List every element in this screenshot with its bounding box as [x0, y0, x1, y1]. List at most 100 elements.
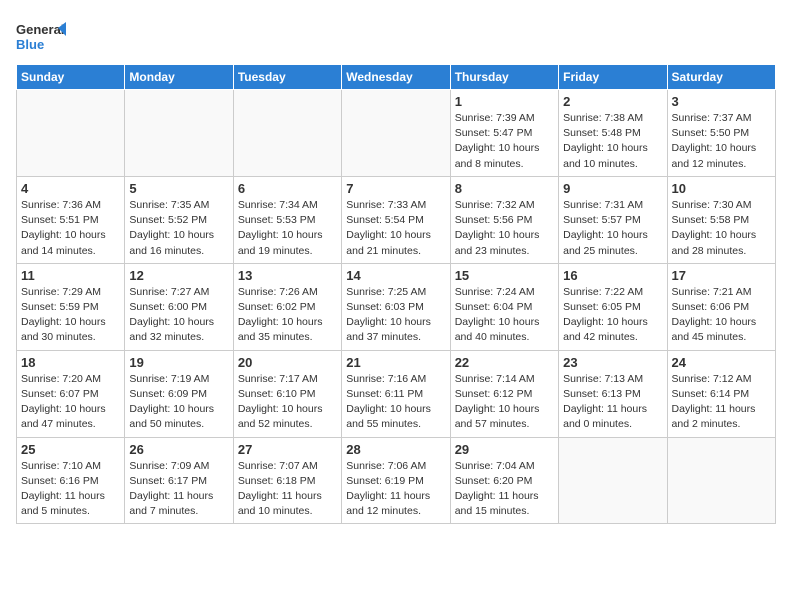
day-info: Sunrise: 7:06 AM Sunset: 6:19 PM Dayligh… — [346, 459, 445, 520]
day-number: 28 — [346, 442, 445, 457]
calendar-cell: 10 Sunrise: 7:30 AM Sunset: 5:58 PM Dayli… — [667, 176, 775, 263]
calendar-cell: 9 Sunrise: 7:31 AM Sunset: 5:57 PM Daylig… — [559, 176, 667, 263]
day-number: 15 — [455, 268, 554, 283]
day-number: 2 — [563, 94, 662, 109]
calendar-cell: 20 Sunrise: 7:17 AM Sunset: 6:10 PM Dayli… — [233, 350, 341, 437]
calendar-cell: 1 Sunrise: 7:39 AM Sunset: 5:47 PM Daylig… — [450, 90, 558, 177]
day-info: Sunrise: 7:19 AM Sunset: 6:09 PM Dayligh… — [129, 372, 228, 433]
calendar-cell: 4 Sunrise: 7:36 AM Sunset: 5:51 PM Daylig… — [17, 176, 125, 263]
day-number: 5 — [129, 181, 228, 196]
calendar-week-1: 4 Sunrise: 7:36 AM Sunset: 5:51 PM Daylig… — [17, 176, 776, 263]
day-number: 24 — [672, 355, 771, 370]
day-info: Sunrise: 7:04 AM Sunset: 6:20 PM Dayligh… — [455, 459, 554, 520]
calendar-cell: 21 Sunrise: 7:16 AM Sunset: 6:11 PM Dayli… — [342, 350, 450, 437]
day-info: Sunrise: 7:14 AM Sunset: 6:12 PM Dayligh… — [455, 372, 554, 433]
day-info: Sunrise: 7:31 AM Sunset: 5:57 PM Dayligh… — [563, 198, 662, 259]
calendar-cell: 13 Sunrise: 7:26 AM Sunset: 6:02 PM Dayli… — [233, 263, 341, 350]
day-number: 27 — [238, 442, 337, 457]
calendar-cell: 24Sunrise: 7:12 AM Sunset: 6:14 PM Dayli… — [667, 350, 775, 437]
day-info: Sunrise: 7:38 AM Sunset: 5:48 PM Dayligh… — [563, 111, 662, 172]
day-info: Sunrise: 7:29 AM Sunset: 5:59 PM Dayligh… — [21, 285, 120, 346]
calendar-cell: 8Sunrise: 7:32 AM Sunset: 5:56 PM Daylig… — [450, 176, 558, 263]
day-info: Sunrise: 7:33 AM Sunset: 5:54 PM Dayligh… — [346, 198, 445, 259]
calendar-cell: 16 Sunrise: 7:22 AM Sunset: 6:05 PM Dayli… — [559, 263, 667, 350]
calendar-cell — [667, 437, 775, 524]
calendar-cell: 19Sunrise: 7:19 AM Sunset: 6:09 PM Dayli… — [125, 350, 233, 437]
calendar-cell: 23 Sunrise: 7:13 AM Sunset: 6:13 PM Dayli… — [559, 350, 667, 437]
calendar-cell — [17, 90, 125, 177]
calendar-cell: 14Sunrise: 7:25 AM Sunset: 6:03 PM Dayli… — [342, 263, 450, 350]
svg-text:General: General — [16, 22, 64, 37]
day-info: Sunrise: 7:22 AM Sunset: 6:05 PM Dayligh… — [563, 285, 662, 346]
column-header-tuesday: Tuesday — [233, 65, 341, 90]
day-info: Sunrise: 7:21 AM Sunset: 6:06 PM Dayligh… — [672, 285, 771, 346]
day-info: Sunrise: 7:07 AM Sunset: 6:18 PM Dayligh… — [238, 459, 337, 520]
day-number: 13 — [238, 268, 337, 283]
day-info: Sunrise: 7:30 AM Sunset: 5:58 PM Dayligh… — [672, 198, 771, 259]
calendar-cell: 5 Sunrise: 7:35 AM Sunset: 5:52 PM Daylig… — [125, 176, 233, 263]
calendar-cell: 12 Sunrise: 7:27 AM Sunset: 6:00 PM Dayli… — [125, 263, 233, 350]
day-info: Sunrise: 7:13 AM Sunset: 6:13 PM Dayligh… — [563, 372, 662, 433]
calendar-cell — [342, 90, 450, 177]
day-info: Sunrise: 7:35 AM Sunset: 5:52 PM Dayligh… — [129, 198, 228, 259]
calendar-week-2: 11 Sunrise: 7:29 AM Sunset: 5:59 PM Dayli… — [17, 263, 776, 350]
day-info: Sunrise: 7:10 AM Sunset: 6:16 PM Dayligh… — [21, 459, 120, 520]
day-info: Sunrise: 7:24 AM Sunset: 6:04 PM Dayligh… — [455, 285, 554, 346]
calendar-cell — [233, 90, 341, 177]
calendar-cell: 28 Sunrise: 7:06 AM Sunset: 6:19 PM Dayli… — [342, 437, 450, 524]
calendar-cell: 26 Sunrise: 7:09 AM Sunset: 6:17 PM Dayli… — [125, 437, 233, 524]
day-number: 21 — [346, 355, 445, 370]
logo: GeneralBlue — [16, 16, 66, 56]
calendar-cell: 7 Sunrise: 7:33 AM Sunset: 5:54 PM Daylig… — [342, 176, 450, 263]
day-number: 12 — [129, 268, 228, 283]
day-number: 17 — [672, 268, 771, 283]
day-number: 26 — [129, 442, 228, 457]
day-number: 4 — [21, 181, 120, 196]
calendar-week-3: 18 Sunrise: 7:20 AM Sunset: 6:07 PM Dayli… — [17, 350, 776, 437]
day-number: 16 — [563, 268, 662, 283]
calendar-cell — [125, 90, 233, 177]
column-header-wednesday: Wednesday — [342, 65, 450, 90]
column-header-saturday: Saturday — [667, 65, 775, 90]
day-number: 11 — [21, 268, 120, 283]
day-info: Sunrise: 7:39 AM Sunset: 5:47 PM Dayligh… — [455, 111, 554, 172]
svg-text:Blue: Blue — [16, 37, 44, 52]
day-info: Sunrise: 7:36 AM Sunset: 5:51 PM Dayligh… — [21, 198, 120, 259]
day-info: Sunrise: 7:26 AM Sunset: 6:02 PM Dayligh… — [238, 285, 337, 346]
calendar-week-0: 1 Sunrise: 7:39 AM Sunset: 5:47 PM Daylig… — [17, 90, 776, 177]
day-info: Sunrise: 7:09 AM Sunset: 6:17 PM Dayligh… — [129, 459, 228, 520]
day-number: 18 — [21, 355, 120, 370]
column-header-friday: Friday — [559, 65, 667, 90]
calendar-cell: 22 Sunrise: 7:14 AM Sunset: 6:12 PM Dayli… — [450, 350, 558, 437]
calendar-cell: 15 Sunrise: 7:24 AM Sunset: 6:04 PM Dayli… — [450, 263, 558, 350]
day-number: 6 — [238, 181, 337, 196]
day-number: 7 — [346, 181, 445, 196]
day-number: 25 — [21, 442, 120, 457]
day-number: 20 — [238, 355, 337, 370]
calendar-cell: 25 Sunrise: 7:10 AM Sunset: 6:16 PM Dayli… — [17, 437, 125, 524]
day-number: 9 — [563, 181, 662, 196]
day-info: Sunrise: 7:16 AM Sunset: 6:11 PM Dayligh… — [346, 372, 445, 433]
calendar-cell: 3Sunrise: 7:37 AM Sunset: 5:50 PM Daylig… — [667, 90, 775, 177]
day-number: 3 — [672, 94, 771, 109]
day-number: 14 — [346, 268, 445, 283]
column-header-monday: Monday — [125, 65, 233, 90]
column-header-thursday: Thursday — [450, 65, 558, 90]
calendar-cell: 17 Sunrise: 7:21 AM Sunset: 6:06 PM Dayli… — [667, 263, 775, 350]
calendar-cell: 27 Sunrise: 7:07 AM Sunset: 6:18 PM Dayli… — [233, 437, 341, 524]
day-number: 29 — [455, 442, 554, 457]
calendar-week-4: 25 Sunrise: 7:10 AM Sunset: 6:16 PM Dayli… — [17, 437, 776, 524]
day-number: 22 — [455, 355, 554, 370]
day-number: 23 — [563, 355, 662, 370]
day-info: Sunrise: 7:20 AM Sunset: 6:07 PM Dayligh… — [21, 372, 120, 433]
page-header: GeneralBlue — [16, 16, 776, 56]
calendar-cell: 18 Sunrise: 7:20 AM Sunset: 6:07 PM Dayli… — [17, 350, 125, 437]
logo-svg: GeneralBlue — [16, 16, 66, 56]
day-info: Sunrise: 7:17 AM Sunset: 6:10 PM Dayligh… — [238, 372, 337, 433]
day-number: 10 — [672, 181, 771, 196]
day-number: 1 — [455, 94, 554, 109]
calendar-cell: 2 Sunrise: 7:38 AM Sunset: 5:48 PM Daylig… — [559, 90, 667, 177]
calendar-header-row: SundayMondayTuesdayWednesdayThursdayFrid… — [17, 65, 776, 90]
day-number: 8 — [455, 181, 554, 196]
day-info: Sunrise: 7:27 AM Sunset: 6:00 PM Dayligh… — [129, 285, 228, 346]
